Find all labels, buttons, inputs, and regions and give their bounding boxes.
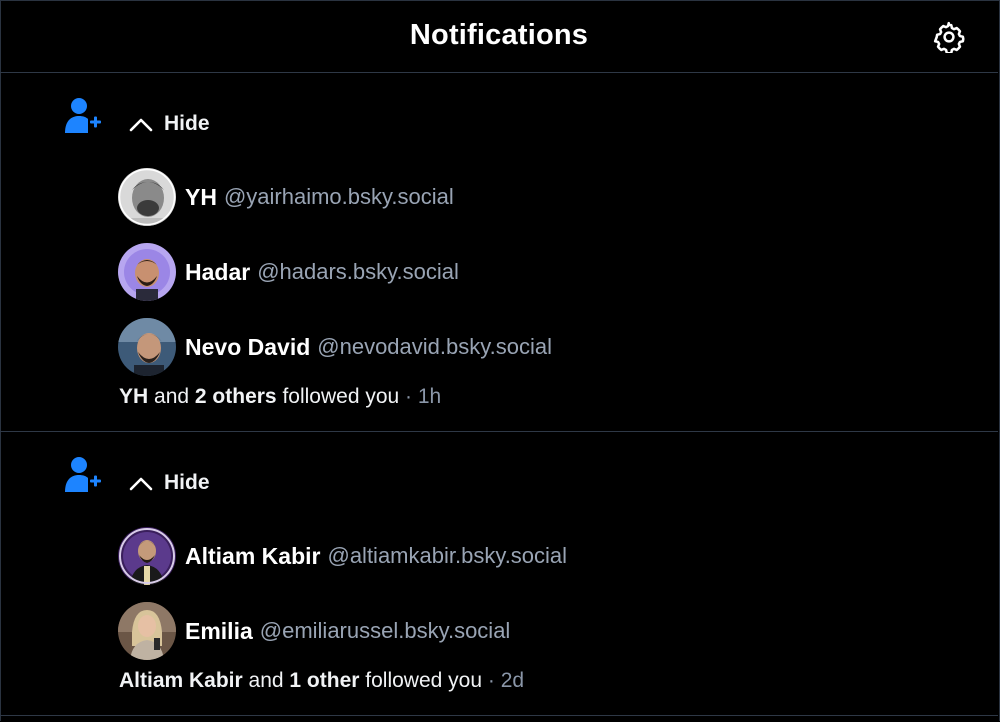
- chevron-up-icon: [129, 118, 153, 132]
- summary-first-user[interactable]: Altiam Kabir: [119, 669, 243, 692]
- chevron-up-icon: [129, 477, 153, 491]
- timestamp: 2d: [500, 669, 525, 692]
- hide-button[interactable]: Hide: [128, 468, 210, 498]
- hide-label: Hide: [164, 471, 210, 494]
- avatar: [118, 318, 176, 376]
- user-handle: @emiliarussel.bsky.social: [259, 618, 511, 643]
- user-name: Altiam Kabir: [185, 542, 321, 569]
- user-handle: @nevodavid.bsky.social: [317, 334, 552, 359]
- user-row-altiam-kabir[interactable]: Altiam Kabir @altiamkabir.bsky.social: [118, 527, 567, 585]
- summary-action: followed you: [276, 385, 400, 408]
- summary-action: followed you: [359, 669, 483, 692]
- hide-button[interactable]: Hide: [128, 109, 210, 139]
- user-row-yh[interactable]: YH @yairhaimo.bsky.social: [118, 168, 454, 226]
- avatar: [118, 527, 176, 585]
- notification-summary: Altiam Kabir and 1 other followed you · …: [119, 669, 524, 693]
- summary-separator: ·: [482, 669, 501, 692]
- summary-and: and: [242, 669, 290, 692]
- page-title: Notifications: [409, 19, 589, 51]
- summary-first-user[interactable]: YH: [119, 385, 148, 408]
- user-row-hadar[interactable]: Hadar @hadars.bsky.social: [118, 243, 459, 301]
- gear-icon[interactable]: [933, 21, 965, 55]
- notification-group-1: Hide YH @yairhaimo.bsky.social Hadar @ha…: [0, 73, 998, 432]
- avatar: [118, 243, 176, 301]
- person-add-icon: [63, 96, 103, 136]
- user-handle: @altiamkabir.bsky.social: [327, 543, 568, 568]
- summary-and: and: [148, 385, 195, 408]
- hide-label: Hide: [164, 112, 210, 135]
- avatar: [118, 168, 176, 226]
- avatar: [118, 602, 176, 660]
- summary-separator: ·: [399, 385, 418, 408]
- summary-others[interactable]: 2 others: [195, 385, 277, 408]
- notification-summary: YH and 2 others followed you · 1h: [119, 385, 441, 409]
- timestamp: 1h: [417, 385, 442, 408]
- notification-group-2: Hide Altiam Kabir @altiamkabir.bsky.soci…: [0, 432, 998, 716]
- user-name: YH: [185, 183, 217, 210]
- user-name: Hadar: [185, 258, 251, 285]
- user-handle: @yairhaimo.bsky.social: [223, 184, 454, 209]
- person-add-icon: [63, 455, 103, 495]
- user-row-emilia[interactable]: Emilia @emiliarussel.bsky.social: [118, 602, 510, 660]
- header: Notifications: [0, 0, 998, 73]
- user-name: Nevo David: [185, 333, 311, 360]
- user-handle: @hadars.bsky.social: [257, 259, 459, 284]
- user-row-nevo-david[interactable]: Nevo David @nevodavid.bsky.social: [118, 318, 552, 376]
- summary-others[interactable]: 1 other: [289, 669, 359, 692]
- user-name: Emilia: [185, 617, 253, 644]
